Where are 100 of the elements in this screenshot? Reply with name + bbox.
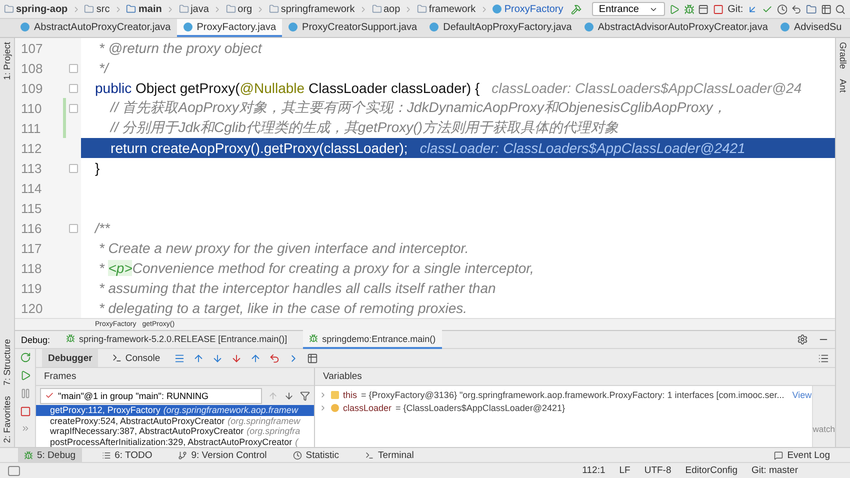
down-arrow-icon[interactable]	[284, 390, 294, 400]
fold-marker[interactable]	[69, 64, 78, 72]
tool-window-button[interactable]: Terminal	[359, 448, 420, 462]
breadcrumb-item[interactable]: spring-aop	[4, 4, 68, 14]
thread-dropdown[interactable]: "main"@1 in group "main": RUNNING	[40, 388, 262, 404]
speech-bubble-icon	[774, 450, 784, 460]
class-icon	[584, 22, 594, 32]
status-item[interactable]: Git: master	[752, 465, 798, 476]
class-icon	[20, 22, 30, 32]
line-number: 116	[21, 220, 42, 236]
debugger-tab[interactable]: Debugger	[42, 349, 98, 367]
editor-tab[interactable]: AbstractAutoProxyCreator.java	[14, 19, 177, 37]
folder-icon	[126, 4, 136, 14]
bug-icon	[66, 334, 76, 343]
stop-icon[interactable]	[20, 406, 30, 417]
tool-window-button[interactable]: 9: Version Control	[172, 448, 273, 462]
rerun-icon[interactable]	[20, 352, 30, 363]
tool-window-button[interactable]: Statistic	[286, 448, 346, 462]
editor-tab[interactable]: ProxyCreatorSupport.java	[282, 19, 424, 37]
tool-window-button[interactable]: 5: Debug	[18, 448, 82, 462]
folder-icon[interactable]	[806, 4, 817, 14]
breadcrumb-item[interactable]: aop	[372, 4, 400, 14]
parameter-icon	[331, 404, 339, 412]
breadcrumb-item[interactable]: framework	[416, 4, 476, 14]
tool-window-tab[interactable]: Ant	[838, 79, 848, 93]
event-log-button[interactable]: Event Log	[768, 448, 836, 462]
folder-icon	[416, 4, 427, 14]
view-link[interactable]: View	[792, 390, 812, 400]
more-icon[interactable]	[20, 424, 30, 433]
stack-frame[interactable]: getProxy:112, ProxyFactory (org.springframework.aop.framew	[36, 405, 314, 416]
layout-icon[interactable]	[818, 352, 829, 364]
settings-icon[interactable]	[797, 334, 808, 345]
stop-icon[interactable]	[712, 4, 724, 14]
line-number: 120	[21, 300, 43, 316]
line-number: 114	[21, 180, 42, 196]
hammer-icon[interactable]	[571, 4, 582, 14]
breadcrumb-item[interactable]: java	[178, 4, 209, 14]
debug-label: Debug:	[21, 334, 50, 344]
run-configuration-dropdown[interactable]: Entrance	[592, 2, 665, 16]
search-icon[interactable]	[835, 4, 846, 14]
status-item[interactable]: EditorConfig	[685, 465, 738, 476]
breadcrumb-item[interactable]: springframework	[268, 4, 355, 14]
line-number: 115	[21, 200, 42, 216]
variable-row[interactable]: this = {ProxyFactory@3136} "org.springframework.aop.framework.ProxyFactory: 1 interfaces [com.imooc.ser... View	[315, 388, 812, 401]
panel-toggle-icon[interactable]	[8, 466, 20, 476]
line-number: 118	[21, 260, 42, 276]
fold-marker[interactable]	[69, 84, 78, 92]
line-number: 111	[21, 120, 41, 136]
fold-marker[interactable]	[69, 104, 78, 112]
editor-tab[interactable]: AbstractAdvisorAutoProxyCreator.java	[578, 19, 774, 37]
debug-icon[interactable]	[684, 4, 694, 14]
line-number: 119	[21, 280, 42, 296]
breadcrumb-item[interactable]: org	[226, 4, 252, 14]
menu-icon[interactable]	[174, 352, 186, 364]
editor-tab[interactable]: DefaultAopProxyFactory.java	[423, 19, 578, 37]
tool-window-tab[interactable]: 1: Project	[2, 42, 12, 80]
resume-icon[interactable]	[20, 370, 30, 381]
tool-window-button[interactable]: 6: TODO	[96, 448, 158, 462]
bug-icon	[24, 450, 33, 460]
check-icon[interactable]	[762, 4, 773, 14]
class-icon	[429, 22, 440, 32]
pause-icon[interactable]	[20, 388, 30, 399]
watch-hint: watch	[812, 424, 835, 434]
fold-marker[interactable]	[69, 164, 78, 172]
tool-window-tab[interactable]: 7: Structure	[2, 339, 12, 386]
breadcrumb-item[interactable]: main	[126, 4, 162, 14]
breadcrumb-item[interactable]: src	[84, 4, 110, 14]
variable-row[interactable]: classLoader = {ClassLoaders$AppClassLoader@2421}	[315, 401, 812, 414]
status-item[interactable]: UTF-8	[644, 465, 672, 476]
run-icon[interactable]	[668, 4, 680, 14]
layout-icon[interactable]	[820, 4, 832, 14]
filter-icon[interactable]	[300, 390, 310, 400]
status-item[interactable]: LF	[619, 465, 630, 476]
folder-icon	[268, 4, 279, 14]
check-icon	[45, 391, 54, 400]
undo-icon[interactable]	[791, 4, 802, 14]
line-number: 107	[21, 40, 43, 56]
line-number: 108	[21, 60, 43, 76]
history-icon[interactable]	[776, 4, 788, 14]
folder-icon	[372, 4, 382, 14]
list-icon	[102, 450, 111, 460]
class-icon	[182, 22, 193, 32]
folder-icon	[4, 4, 14, 14]
session-tab[interactable]: spring-framework-5.2.0.RELEASE [Entrance.main()]	[60, 330, 294, 349]
class-icon	[288, 22, 298, 32]
fold-marker[interactable]	[69, 224, 78, 232]
line-number: 112	[21, 140, 42, 156]
class-icon	[780, 22, 790, 32]
frames-header: Frames	[36, 368, 314, 386]
git-label: Git:	[728, 4, 744, 14]
line-number: 117	[21, 240, 42, 256]
debugger-tab[interactable]: Console	[106, 349, 166, 367]
breadcrumb-item[interactable]: ProxyFactory	[492, 4, 564, 14]
tool-window-tab[interactable]: 2: Favorites	[2, 396, 12, 443]
session-tab[interactable]: springdemo:Entrance.main()	[303, 330, 442, 349]
line-number: 113	[21, 160, 42, 176]
status-item[interactable]: 112:1	[582, 465, 606, 476]
editor-tab[interactable]: ProxyFactory.java	[176, 19, 282, 37]
editor-tab[interactable]: AdvisedSu	[774, 19, 848, 37]
tool-window-tab[interactable]: Gradle	[838, 42, 848, 70]
